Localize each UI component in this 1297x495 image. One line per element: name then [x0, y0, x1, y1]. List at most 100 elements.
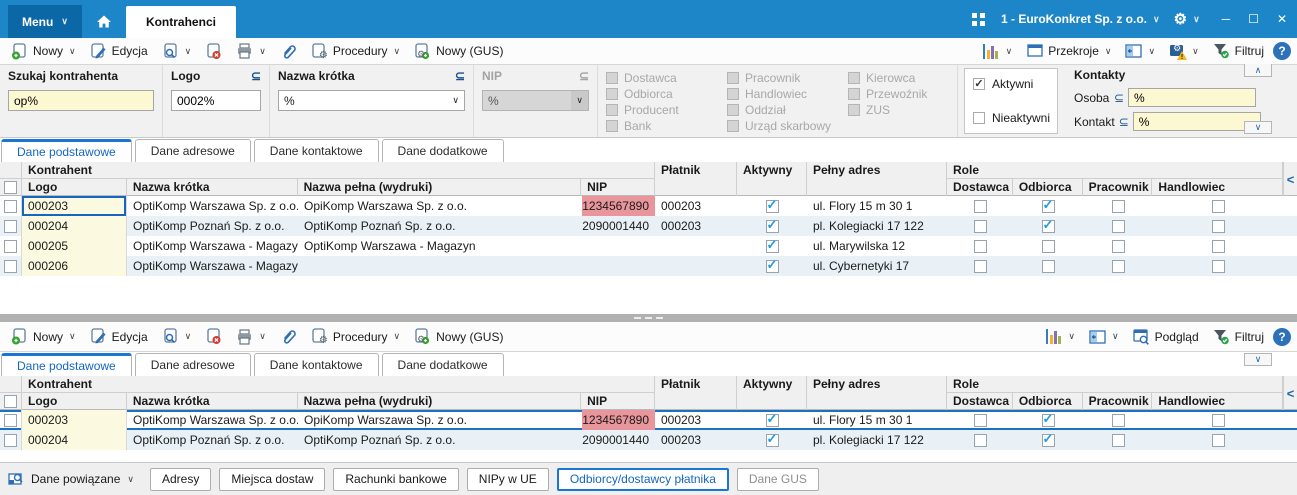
- column-pracownik[interactable]: Pracownik: [1083, 179, 1153, 196]
- search-button[interactable]: ∨: [157, 41, 197, 62]
- dostawca-checkbox[interactable]: [973, 259, 987, 273]
- nazwa-krotka-combo[interactable]: % ∨: [278, 90, 465, 111]
- row-select-checkbox[interactable]: [4, 413, 17, 427]
- column-nazwa-pelna[interactable]: Nazwa pełna (wydruki): [298, 179, 582, 196]
- filter-nieaktywni[interactable]: Nieaktywni: [973, 111, 1050, 125]
- column-dostawca[interactable]: Dostawca: [947, 179, 1013, 196]
- row-select-checkbox[interactable]: [4, 433, 17, 447]
- pracownik-checkbox[interactable]: [1111, 199, 1125, 213]
- row-select-checkbox[interactable]: [4, 239, 17, 253]
- kontakt-input[interactable]: [1132, 112, 1261, 131]
- new-gus-button[interactable]: ⚙ Nowy (GUS): [409, 326, 508, 347]
- aktywny-checkbox[interactable]: [765, 219, 779, 233]
- settings-button[interactable]: ⚙ ∨: [1174, 10, 1200, 28]
- home-button[interactable]: [82, 5, 126, 38]
- column-logo[interactable]: Logo: [22, 393, 127, 410]
- dostawca-checkbox[interactable]: [973, 413, 987, 427]
- dostawca-checkbox[interactable]: [973, 219, 987, 233]
- column-platnik[interactable]: Płatnik: [655, 162, 737, 196]
- table-row[interactable]: 000206 OptiKomp Warszawa - Magazyn M ul.…: [0, 256, 1297, 276]
- handlowiec-checkbox[interactable]: [1211, 239, 1225, 253]
- odbiorca-checkbox[interactable]: [1041, 219, 1055, 233]
- close-button[interactable]: ✕: [1277, 12, 1287, 26]
- settings-warning-button[interactable]: ⚙ ∨: [1164, 41, 1204, 62]
- szukaj-input[interactable]: [8, 90, 154, 111]
- table-row[interactable]: 000203 OptiKomp Warszawa Sp. z o.o. OpiK…: [0, 196, 1297, 216]
- tab-dane-dodatkowe[interactable]: Dane dodatkowe: [381, 353, 504, 376]
- edit-button[interactable]: Edycja: [85, 326, 153, 347]
- analysis-chart-button[interactable]: ∨: [978, 41, 1018, 62]
- edit-button[interactable]: Edycja: [85, 41, 153, 62]
- pracownik-checkbox[interactable]: [1111, 413, 1125, 427]
- row-select-checkbox[interactable]: [4, 219, 17, 233]
- apps-grid-icon[interactable]: [970, 11, 987, 28]
- tab-miejsca-dostaw[interactable]: Miejsca dostaw: [219, 467, 326, 491]
- checkbox[interactable]: [973, 112, 985, 124]
- column-odbiorca[interactable]: Odbiorca: [1013, 179, 1083, 196]
- logo-input[interactable]: [171, 90, 261, 111]
- print-button[interactable]: ∨: [231, 41, 271, 62]
- aktywny-checkbox[interactable]: [765, 259, 779, 273]
- tab-kontrahenci[interactable]: Kontrahenci: [125, 6, 236, 38]
- pracownik-checkbox[interactable]: [1111, 259, 1125, 273]
- column-pelny-adres[interactable]: Pełny adres: [807, 162, 947, 196]
- horizontal-splitter[interactable]: [0, 314, 1297, 322]
- column-aktywny[interactable]: Aktywny: [737, 376, 807, 410]
- aktywny-checkbox[interactable]: [765, 239, 779, 253]
- column-aktywny[interactable]: Aktywny: [737, 162, 807, 196]
- aktywny-checkbox[interactable]: [765, 433, 779, 447]
- new-button[interactable]: Nowy ∨: [6, 41, 81, 62]
- company-selector[interactable]: 1 - EuroKonkret Sp. z o.o. ∨: [1001, 12, 1160, 26]
- collapse-filter-button[interactable]: ∧: [1244, 64, 1272, 77]
- aktywny-checkbox[interactable]: [765, 199, 779, 213]
- column-dostawca[interactable]: Dostawca: [947, 393, 1013, 410]
- new-button[interactable]: Nowy ∨: [6, 326, 81, 347]
- handlowiec-checkbox[interactable]: [1211, 199, 1225, 213]
- dostawca-checkbox[interactable]: [973, 199, 987, 213]
- help-button[interactable]: ?: [1273, 327, 1291, 346]
- collapse-side-panel-icon[interactable]: <: [1287, 386, 1295, 401]
- column-pelny-adres[interactable]: Pełny adres: [807, 376, 947, 410]
- column-handlowiec[interactable]: Handlowiec: [1152, 393, 1282, 410]
- handlowiec-checkbox[interactable]: [1211, 433, 1225, 447]
- attachment-button[interactable]: [275, 41, 302, 62]
- help-button[interactable]: ?: [1273, 42, 1291, 60]
- row-select-checkbox[interactable]: [4, 259, 17, 273]
- filter-button[interactable]: Filtruj: [1208, 41, 1269, 62]
- tab-dane-podstawowe[interactable]: Dane podstawowe: [1, 139, 132, 162]
- dostawca-checkbox[interactable]: [973, 239, 987, 253]
- preview-button[interactable]: Podgląd: [1128, 326, 1204, 347]
- odbiorca-checkbox[interactable]: [1041, 433, 1055, 447]
- tab-dane-dodatkowe[interactable]: Dane dodatkowe: [381, 139, 504, 162]
- column-nazwa-krotka[interactable]: Nazwa krótka: [127, 179, 298, 196]
- attachment-button[interactable]: [275, 326, 302, 347]
- panel-layout-button[interactable]: ∨: [1120, 41, 1160, 62]
- related-data-button[interactable]: Dane powiązane ∨: [8, 471, 134, 488]
- column-nazwa-pelna[interactable]: Nazwa pełna (wydruki): [298, 393, 582, 410]
- procedures-button[interactable]: ⚙ Procedury ∨: [306, 326, 405, 347]
- delete-button[interactable]: [200, 41, 227, 62]
- odbiorca-checkbox[interactable]: [1041, 199, 1055, 213]
- odbiorca-checkbox[interactable]: [1041, 239, 1055, 253]
- tab-odbiorcy-dostawcy-platnika[interactable]: Odbiorcy/dostawcy płatnika: [556, 467, 729, 491]
- table-row[interactable]: 000205 OptiKomp Warszawa - Magazyn Ż Opt…: [0, 236, 1297, 256]
- maximize-button[interactable]: ☐: [1248, 12, 1259, 26]
- search-button[interactable]: ∨: [157, 326, 197, 347]
- column-pracownik[interactable]: Pracownik: [1083, 393, 1153, 410]
- checkbox[interactable]: [973, 78, 985, 90]
- menu-button[interactable]: Menu ∨: [8, 5, 82, 38]
- handlowiec-checkbox[interactable]: [1211, 413, 1225, 427]
- collapse-side-panel-icon[interactable]: <: [1287, 172, 1295, 187]
- panel-layout-button[interactable]: ∨: [1084, 326, 1124, 347]
- tab-dane-podstawowe[interactable]: Dane podstawowe: [1, 353, 132, 376]
- pracownik-checkbox[interactable]: [1111, 219, 1125, 233]
- tab-dane-gus[interactable]: Dane GUS: [736, 467, 819, 491]
- row-select-checkbox[interactable]: [4, 199, 17, 213]
- tab-dane-kontaktowe[interactable]: Dane kontaktowe: [253, 353, 379, 376]
- procedures-button[interactable]: ⚙ Procedury ∨: [306, 41, 405, 62]
- column-nip[interactable]: NIP: [581, 393, 654, 410]
- osoba-input[interactable]: [1128, 88, 1256, 107]
- table-row[interactable]: 000204 OptiKomp Poznań Sp. z o.o. OptiKo…: [0, 430, 1297, 450]
- handlowiec-checkbox[interactable]: [1211, 259, 1225, 273]
- column-handlowiec[interactable]: Handlowiec: [1152, 179, 1282, 196]
